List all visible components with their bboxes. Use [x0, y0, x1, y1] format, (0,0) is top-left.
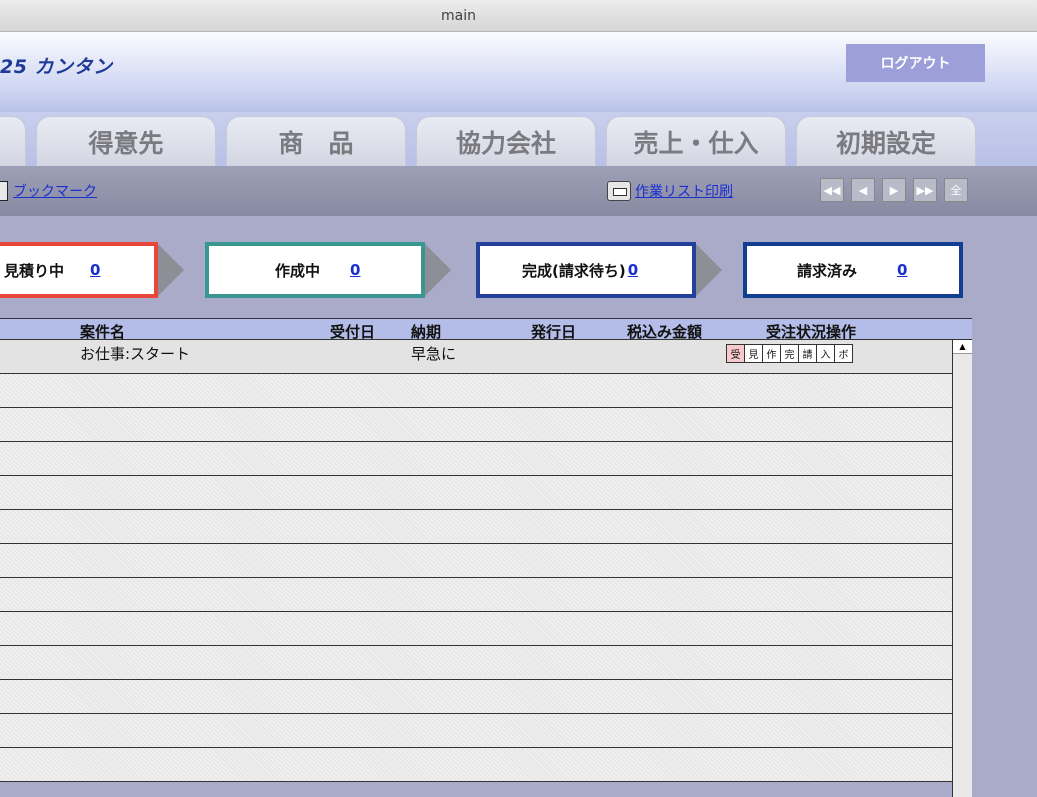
op-invoice-button[interactable]: 請: [798, 344, 817, 363]
op-complete-button[interactable]: 完: [780, 344, 799, 363]
table-row[interactable]: [0, 374, 952, 408]
table-row[interactable]: [0, 510, 952, 544]
deadline: 早急に: [411, 345, 457, 363]
op-create-button[interactable]: 作: [762, 344, 781, 363]
table-row[interactable]: [0, 476, 952, 510]
status-in-progress[interactable]: 作成中 0: [205, 242, 425, 298]
next-record-button[interactable]: ▶: [882, 178, 906, 202]
bookmark-link[interactable]: ブックマーク: [13, 181, 97, 201]
prev-record-button[interactable]: ◀: [851, 178, 875, 202]
tab-partial[interactable]: [0, 116, 26, 166]
status-estimating[interactable]: 見積り中 0: [0, 242, 158, 298]
tab-customers[interactable]: 得意先: [36, 116, 216, 166]
table-rows: お仕事:スタート 早急に 受 見 作 完 請 入 ボ: [0, 340, 952, 782]
table-row[interactable]: [0, 680, 952, 714]
show-all-button[interactable]: 全: [944, 178, 968, 202]
first-record-button[interactable]: ◀◀: [820, 178, 844, 202]
status-label: 完成(請求待ち): [522, 261, 626, 280]
op-payment-button[interactable]: 入: [816, 344, 835, 363]
last-record-button[interactable]: ▶▶: [913, 178, 937, 202]
project-table: 案件名 受付日 納期 発行日 税込み金額 受注状況操作 お仕事:スタート 早急に…: [0, 318, 972, 797]
status-label: 請求済み: [797, 261, 858, 280]
flow-arrow-icon: [158, 244, 184, 296]
status-invoiced[interactable]: 請求済み 0: [743, 242, 963, 298]
tab-sales-purchases[interactable]: 売上・仕入: [606, 116, 786, 166]
op-estimate-button[interactable]: 見: [744, 344, 763, 363]
printer-icon: [607, 181, 631, 201]
op-bo-button[interactable]: ボ: [834, 344, 853, 363]
window-titlebar: main: [0, 0, 1037, 32]
table-row[interactable]: [0, 748, 952, 782]
col-project-name: 案件名: [80, 323, 126, 341]
main-content: 見積り中 0 作成中 0 完成(請求待ち) 0 請求済み 0 案件名 受付日 納…: [0, 216, 1037, 797]
table-row[interactable]: お仕事:スタート 早急に 受 見 作 完 請 入 ボ: [0, 340, 952, 374]
project-name: お仕事:スタート: [80, 345, 191, 363]
status-complete-awaiting-invoice[interactable]: 完成(請求待ち) 0: [476, 242, 696, 298]
table-row[interactable]: [0, 714, 952, 748]
tab-initial-settings[interactable]: 初期設定: [796, 116, 976, 166]
status-label: 作成中: [275, 261, 321, 280]
col-received-date: 受付日: [330, 323, 376, 341]
table-row[interactable]: [0, 578, 952, 612]
status-op-buttons: 受 見 作 完 請 入 ボ: [726, 344, 853, 363]
table-row[interactable]: [0, 408, 952, 442]
col-deadline: 納期: [411, 323, 442, 341]
status-count[interactable]: 0: [90, 261, 100, 279]
tab-partners[interactable]: 協力会社: [416, 116, 596, 166]
col-order-status-ops: 受注状況操作: [766, 323, 857, 341]
tab-products[interactable]: 商 品: [226, 116, 406, 166]
status-count[interactable]: 0: [897, 261, 907, 279]
op-received-button[interactable]: 受: [726, 344, 745, 363]
main-tabs: 得意先 商 品 協力会社 売上・仕入 初期設定: [0, 112, 1037, 166]
table-row[interactable]: [0, 544, 952, 578]
window-title: main: [441, 7, 476, 24]
col-amount-incl-tax: 税込み金額: [627, 323, 703, 341]
scroll-up-arrow-icon[interactable]: ▲: [953, 340, 972, 354]
table-row[interactable]: [0, 612, 952, 646]
bookmark-icon: [0, 181, 8, 201]
app-title: 25 カンタン: [0, 56, 113, 78]
flow-arrow-icon: [696, 244, 722, 296]
flow-arrow-icon: [425, 244, 451, 296]
table-row[interactable]: [0, 442, 952, 476]
app-header: 25 カンタン ログアウト: [0, 32, 1037, 112]
table-header: 案件名 受付日 納期 発行日 税込み金額 受注状況操作: [0, 318, 972, 341]
status-count[interactable]: 0: [350, 261, 360, 279]
status-label: 見積り中: [4, 261, 65, 280]
print-worklist-link[interactable]: 作業リスト印刷: [635, 181, 733, 201]
logout-button[interactable]: ログアウト: [846, 44, 985, 82]
table-scrollbar[interactable]: ▲: [952, 340, 972, 797]
toolbar: ブックマーク 作業リスト印刷 ◀◀ ◀ ▶ ▶▶ 全: [0, 166, 1037, 216]
col-issue-date: 発行日: [531, 323, 577, 341]
status-count[interactable]: 0: [628, 261, 638, 279]
table-row[interactable]: [0, 646, 952, 680]
